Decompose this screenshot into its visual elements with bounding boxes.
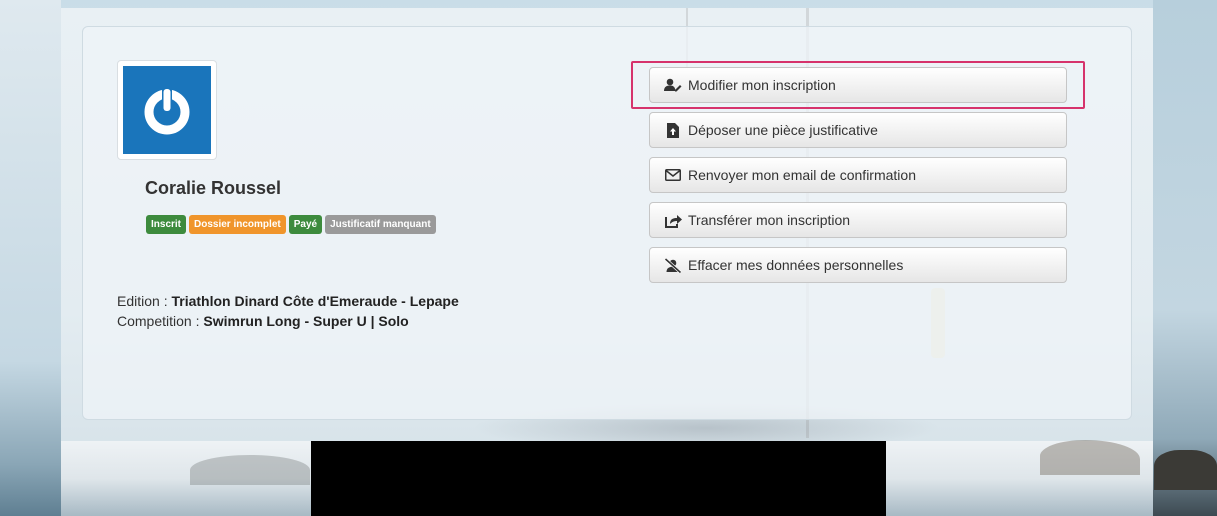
competition-line: Competition : Swimrun Long - Super U | S… — [117, 311, 459, 331]
competition-label: Competition : — [117, 313, 204, 329]
status-badge: Dossier incomplet — [189, 215, 286, 234]
erase-personal-data-label: Effacer mes données personnelles — [688, 257, 904, 273]
user-slash-icon — [664, 257, 682, 273]
upload-document-button[interactable]: Déposer une pièce justificative — [649, 112, 1067, 148]
avatar-image — [123, 66, 211, 154]
edition-label: Edition : — [117, 293, 172, 309]
resend-confirmation-button[interactable]: Renvoyer mon email de confirmation — [649, 157, 1067, 193]
status-badge: Payé — [288, 215, 323, 234]
redacted-area — [311, 441, 886, 516]
registration-info: Edition : Triathlon Dinard Côte d'Emerau… — [117, 291, 459, 331]
edition-value: Triathlon Dinard Côte d'Emeraude - Lepap… — [171, 293, 459, 309]
erase-personal-data-button[interactable]: Effacer mes données personnelles — [649, 247, 1067, 283]
participant-name: Coralie Roussel — [145, 178, 282, 198]
page-background-right — [1153, 0, 1217, 516]
edition-line: Edition : Triathlon Dinard Côte d'Emerau… — [117, 291, 459, 311]
actions-list: Modifier mon inscription Déposer une piè… — [649, 67, 1067, 292]
transfer-registration-label: Transférer mon inscription — [688, 212, 851, 228]
power-icon — [144, 87, 190, 135]
background-rocks — [190, 455, 310, 485]
status-badge: Justificatif manquant — [325, 215, 436, 234]
status-badge: Inscrit — [146, 215, 187, 234]
modify-registration-button[interactable]: Modifier mon inscription — [649, 67, 1067, 103]
transfer-registration-button[interactable]: Transférer mon inscription — [649, 202, 1067, 238]
competition-value: Swimrun Long - Super U | Solo — [203, 313, 409, 329]
status-badges: Inscrit Dossier incomplet Payé Justificatif… — [146, 215, 436, 234]
share-icon — [664, 212, 682, 228]
envelope-icon — [664, 167, 682, 183]
modify-registration-label: Modifier mon inscription — [688, 77, 836, 93]
page-background-left — [0, 0, 61, 516]
background-rocks — [1154, 450, 1217, 490]
resend-confirmation-label: Renvoyer mon email de confirmation — [688, 167, 916, 183]
file-upload-icon — [664, 122, 682, 138]
background-rocks — [1040, 440, 1140, 475]
user-edit-icon — [664, 77, 682, 93]
avatar — [117, 60, 217, 160]
upload-document-label: Déposer une pièce justificative — [688, 122, 878, 138]
